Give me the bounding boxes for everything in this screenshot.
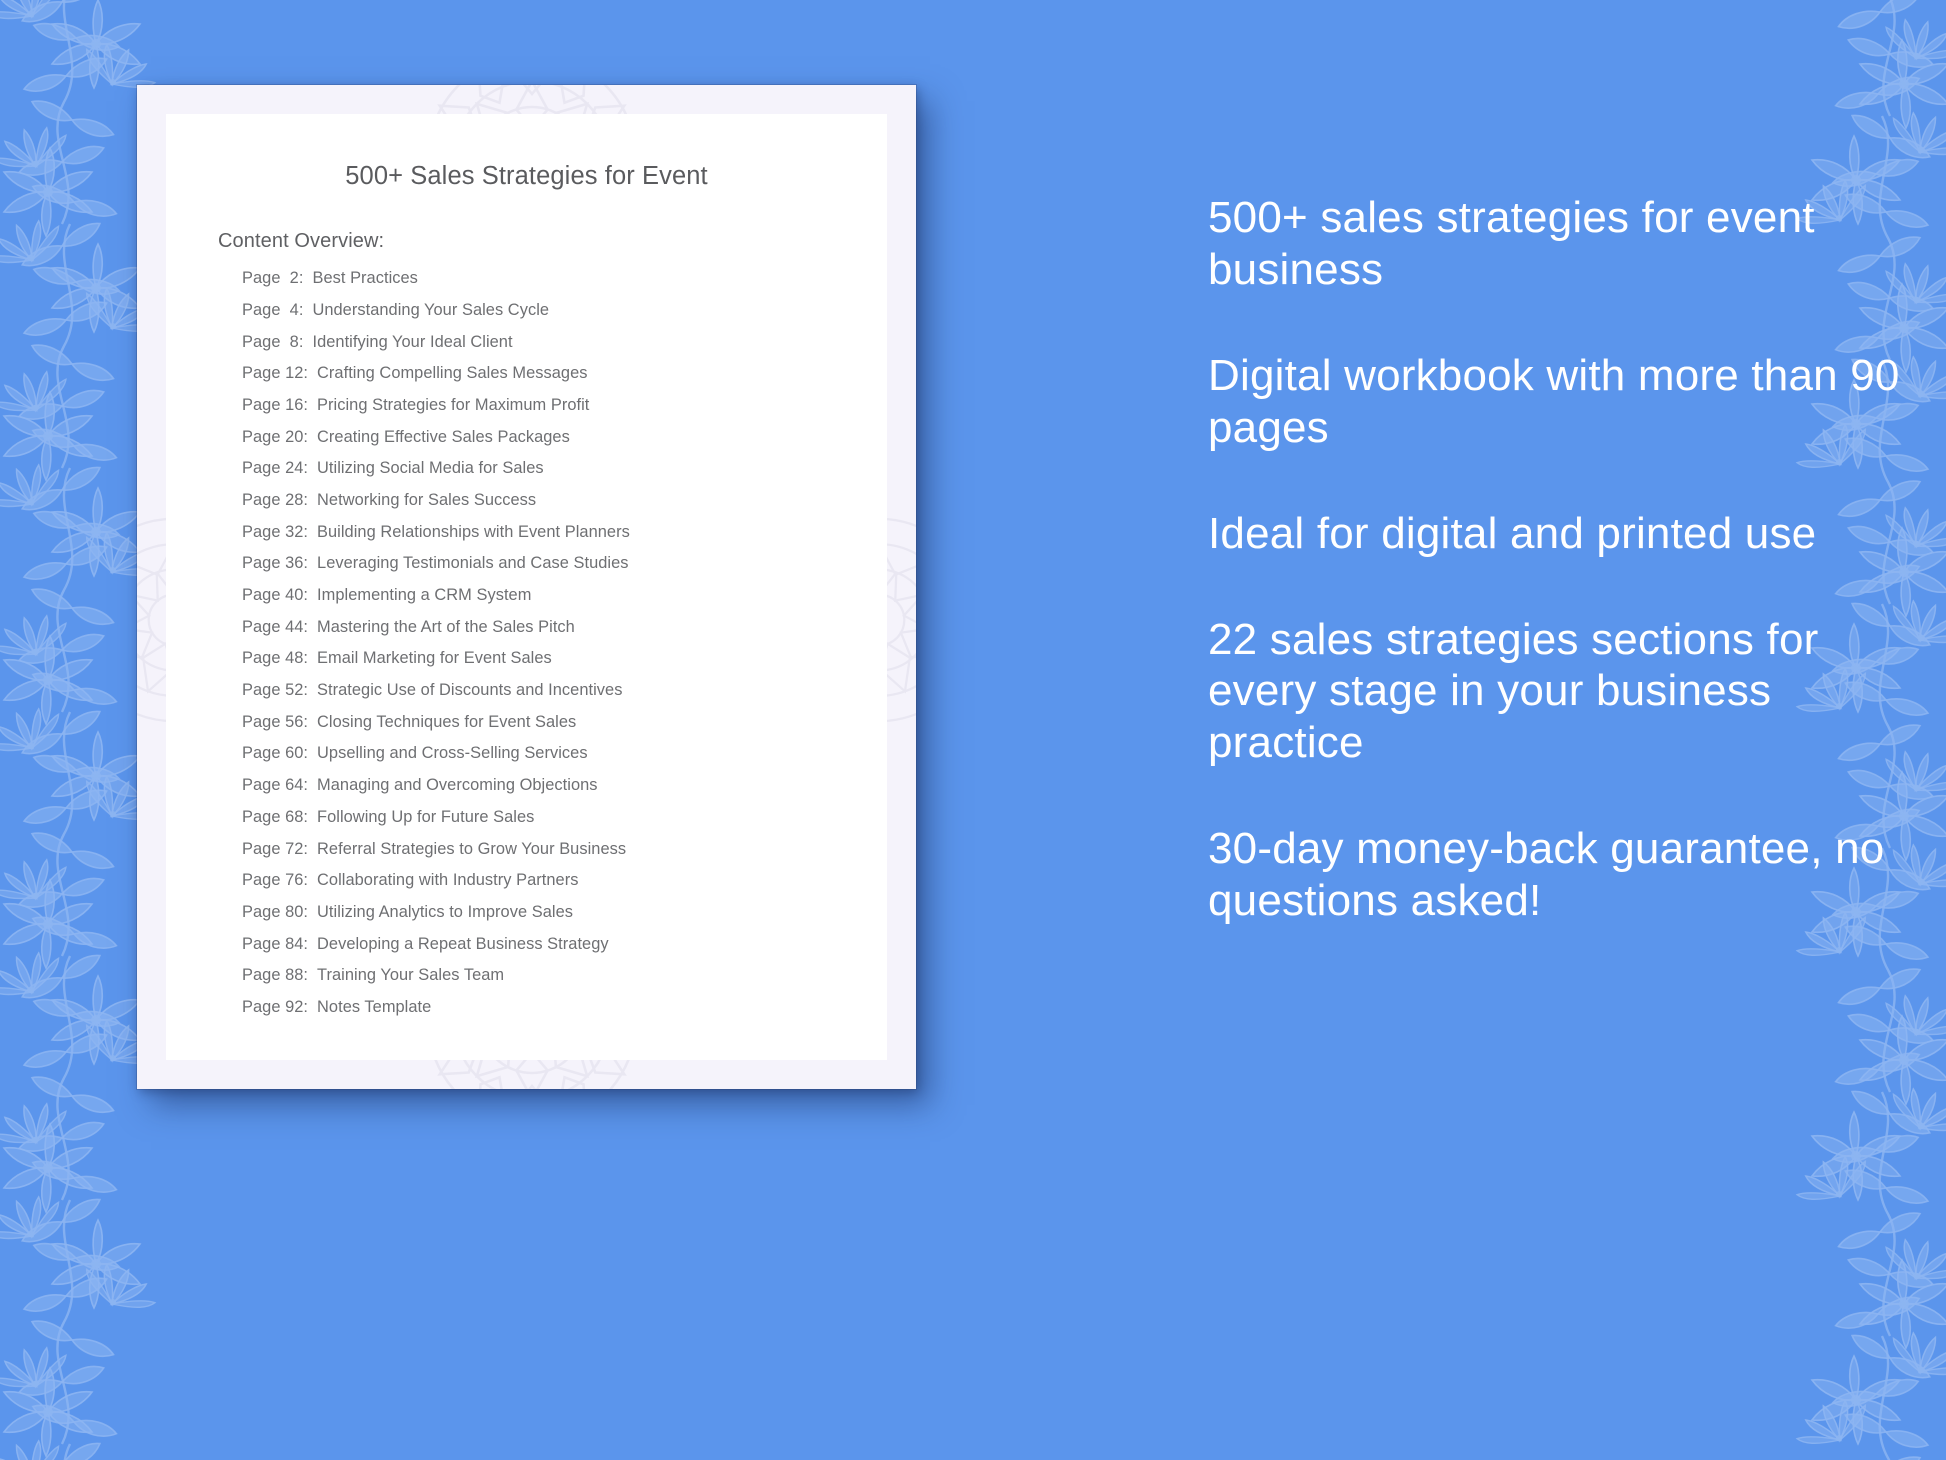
toc-entry-title: Collaborating with Industry Partners [317,871,579,890]
toc-entry-page: Page 52: [242,681,309,700]
toc-entry-title: Utilizing Social Media for Sales [317,459,544,478]
toc-entry[interactable]: Page 2: Best Practices [242,269,887,301]
toc-entry-page: Page 12: [242,364,309,383]
toc-entry-page: Page 8: [242,332,304,351]
toc-entry-title: Mastering the Art of the Sales Pitch [317,617,575,636]
toc-entry-page: Page 72: [242,839,309,858]
toc-entry[interactable]: Page 56: Closing Techniques for Event Sal… [242,713,887,745]
toc-entry-page: Page 48: [242,649,309,668]
toc-entry-title: Upselling and Cross-Selling Services [317,744,588,763]
toc-entry[interactable]: Page 76: Collaborating with Industry Part… [242,871,887,903]
toc-entry-page: Page 92: [242,997,309,1016]
toc-entry-title: Best Practices [312,269,418,288]
table-of-contents: Page 2: Best Practices Page 4: Understandin… [166,269,887,1030]
toc-entry-page: Page 28: [242,490,309,509]
toc-entry-title: Pricing Strategies for Maximum Profit [317,395,590,414]
toc-entry-title: Utilizing Analytics to Improve Sales [317,902,573,921]
toc-entry-title: Understanding Your Sales Cycle [312,300,550,319]
toc-entry[interactable]: Page 8: Identifying Your Ideal Client [242,333,887,365]
toc-entry-title: Notes Template [317,997,432,1016]
promo-bullet: 22 sales strategies sections for every s… [1208,614,1819,768]
toc-entry[interactable]: Page 48: Email Marketing for Event Sales [242,649,887,681]
toc-entry-page: Page 68: [242,807,309,826]
toc-entry-page: Page 80: [242,902,309,921]
toc-entry-title: Building Relationships with Event Planne… [317,522,630,541]
toc-entry[interactable]: Page 40: Implementing a CRM System [242,586,887,618]
document-title: 500+ Sales Strategies for Event [345,162,708,190]
toc-entry-title: Identifying Your Ideal Client [312,332,513,351]
toc-entry[interactable]: Page 92: Notes Template [242,998,887,1030]
toc-entry[interactable]: Page 64: Managing and Overcoming Objectio… [242,776,887,808]
document-preview-card[interactable]: 500+ Sales Strategies for Event Content … [137,85,916,1089]
toc-entry-title: Implementing a CRM System [317,586,532,604]
toc-entry-page: Page 44: [242,617,309,636]
toc-entry-title: Referral Strategies to Grow Your Busines… [317,839,627,858]
toc-entry-page: Page 40: [242,586,309,604]
document-page: 500+ Sales Strategies for Event Content … [166,114,887,1060]
toc-entry-page: Page 2: [242,269,304,288]
toc-entry-title: Strategic Use of Discounts and Incentive… [317,681,623,700]
toc-entry[interactable]: Page 44: Mastering the Art of the Sales P… [242,618,887,650]
toc-entry[interactable]: Page 4: Understanding Your Sales Cycle [242,301,887,333]
toc-entry[interactable]: Page 80: Utilizing Analytics to Improve S… [242,903,887,935]
toc-entry[interactable]: Page 36: Leveraging Testimonials and Case… [242,554,887,586]
toc-entry-page: Page 4: [242,300,304,319]
promo-bullet: 30-day money-back guarantee, no question… [1208,824,1885,926]
toc-entry-title: Networking for Sales Success [317,490,537,509]
toc-entry-title: Closing Techniques for Event Sales [317,712,577,731]
content-overview-label: Content Overview: [218,230,385,253]
toc-entry-title: Leveraging Testimonials and Case Studies [317,554,629,573]
promo-bullet: Ideal for digital and printed use [1208,508,1817,558]
toc-entry[interactable]: Page 68: Following Up for Future Sales [242,808,887,840]
toc-entry-page: Page 20: [242,427,309,446]
toc-entry[interactable]: Page 52: Strategic Use of Discounts and I… [242,681,887,713]
toc-entry-page: Page 76: [242,871,309,890]
toc-entry-title: Managing and Overcoming Objections [317,776,598,795]
promo-bullet: 500+ sales strategies for event business [1208,193,1815,294]
toc-entry-page: Page 56: [242,712,309,731]
toc-entry[interactable]: Page 72: Referral Strategies to Grow Your… [242,840,887,872]
toc-entry-page: Page 36: [242,554,309,573]
toc-entry[interactable]: Page 84: Developing a Repeat Business Str… [242,935,887,967]
toc-entry-title: Email Marketing for Event Sales [317,649,552,668]
toc-entry-page: Page 32: [242,522,309,541]
toc-entry-title: Following Up for Future Sales [317,807,535,826]
toc-entry[interactable]: Page 32: Building Relationships with Even… [242,523,887,555]
promo-bullet-list: 500+ sales strategies for event business… [1208,192,1908,927]
toc-entry-page: Page 84: [242,934,309,953]
toc-entry[interactable]: Page 16: Pricing Strategies for Maximum P… [242,396,887,428]
toc-entry-page: Page 64: [242,776,309,795]
toc-entry[interactable]: Page 60: Upselling and Cross-Selling Serv… [242,744,887,776]
toc-entry[interactable]: Page 12: Crafting Compelling Sales Messag… [242,364,887,396]
toc-entry[interactable]: Page 24: Utilizing Social Media for Sales [242,459,887,491]
toc-entry[interactable]: Page 88: Training Your Sales Team [242,966,887,998]
toc-entry-page: Page 88: [242,966,309,985]
toc-entry[interactable]: Page 28: Networking for Sales Success [242,491,887,523]
promo-bullet: Digital workbook with more than 90 pages [1208,350,1900,452]
toc-entry-title: Training Your Sales Team [317,966,505,985]
toc-entry-page: Page 60: [242,744,309,763]
toc-entry-title: Crafting Compelling Sales Messages [317,364,588,383]
toc-entry[interactable]: Page 20: Creating Effective Sales Package… [242,428,887,460]
toc-entry-page: Page 24: [242,459,309,478]
toc-entry-page: Page 16: [242,395,309,414]
toc-entry-title: Creating Effective Sales Packages [317,427,570,446]
toc-entry-title: Developing a Repeat Business Strategy [317,934,609,953]
